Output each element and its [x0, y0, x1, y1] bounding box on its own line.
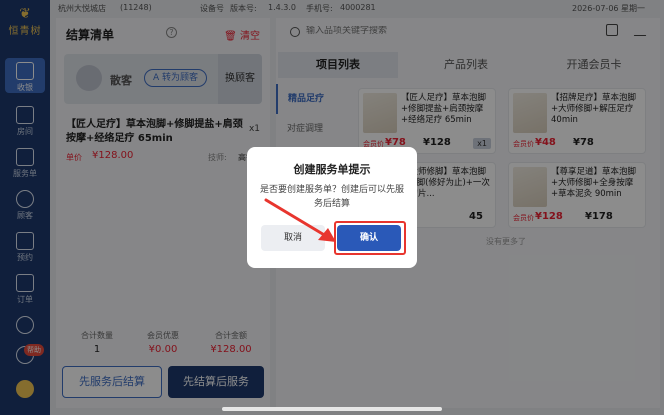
home-indicator [222, 407, 442, 411]
arrow-icon [264, 198, 336, 242]
dialog-title: 创建服务单提示 [293, 163, 371, 176]
confirm-highlight-box [334, 221, 406, 255]
